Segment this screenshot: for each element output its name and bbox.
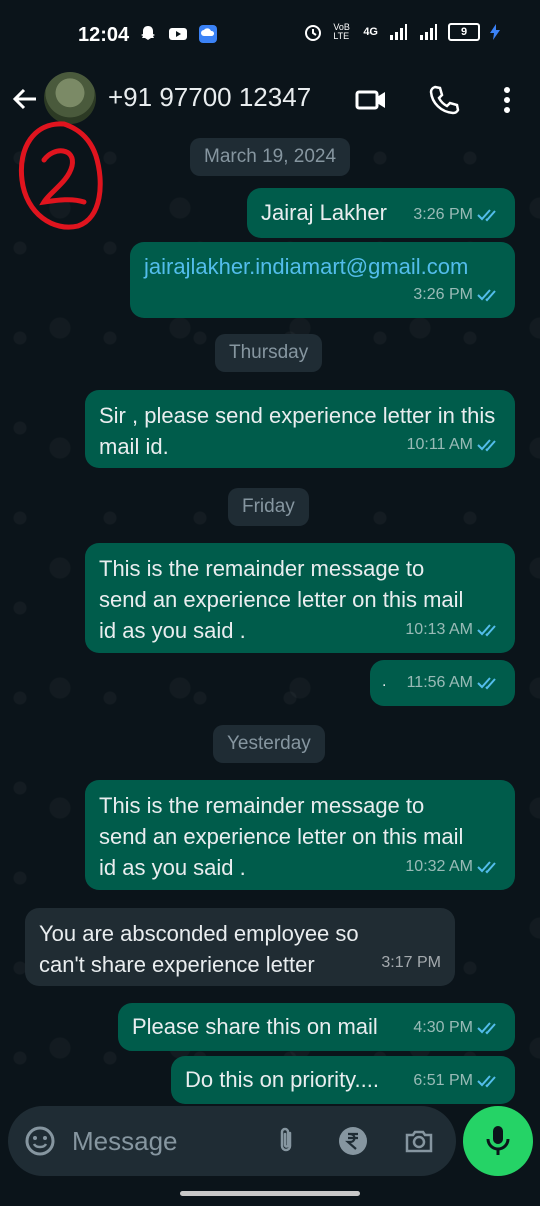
- volte-label: VoB LTE: [333, 22, 350, 41]
- message-time: 10:13 AM: [405, 621, 473, 638]
- read-ticks-icon: [477, 623, 496, 636]
- message-meta: 3:17 PM: [381, 947, 441, 978]
- message-bubble-outgoing[interactable]: jairajlakher.indiamart@gmail.com 3:26 PM: [130, 242, 515, 318]
- youtube-icon: [169, 28, 187, 40]
- date-chip: Thursday: [215, 334, 323, 372]
- message-time: 3:26 PM: [413, 206, 473, 223]
- video-call-icon[interactable]: [355, 84, 387, 116]
- charging-icon: [490, 24, 500, 40]
- attach-icon[interactable]: [270, 1125, 302, 1157]
- alarm-icon: [305, 25, 322, 41]
- message-meta: 11:56 AM: [407, 667, 501, 698]
- message-bubble-outgoing[interactable]: . 11:56 AM: [370, 660, 515, 706]
- read-ticks-icon: [477, 438, 496, 451]
- email-link[interactable]: jairajlakher.indiamart@gmail.com: [144, 254, 468, 279]
- read-ticks-icon: [477, 288, 496, 301]
- date-chip: Friday: [228, 488, 309, 526]
- message-text: Jairaj Lakher: [261, 200, 387, 225]
- message-time: 4:30 PM: [413, 1019, 473, 1036]
- battery-indicator: 9: [448, 23, 480, 41]
- message-input[interactable]: Message: [72, 1126, 178, 1157]
- message-time: 10:32 AM: [405, 858, 473, 875]
- message-meta: 10:13 AM: [405, 614, 501, 645]
- signal-icon: [390, 24, 407, 40]
- date-chip: Yesterday: [213, 725, 325, 763]
- message-bubble-outgoing[interactable]: Jairaj Lakher 3:26 PM: [247, 188, 515, 238]
- message-meta: 6:51 PM: [413, 1065, 501, 1096]
- contact-name[interactable]: +91 97700 12347: [108, 82, 311, 113]
- read-ticks-icon: [477, 676, 496, 689]
- read-ticks-icon: [477, 208, 496, 221]
- message-composer[interactable]: Message: [8, 1106, 456, 1176]
- message-bubble-outgoing[interactable]: Please share this on mail 4:30 PM: [118, 1003, 515, 1051]
- message-bubble-outgoing[interactable]: Sir , please send experience letter in t…: [85, 390, 515, 468]
- message-meta: 3:26 PM: [413, 199, 501, 230]
- back-arrow-icon[interactable]: [10, 84, 40, 114]
- message-list[interactable]: March 19, 2024 Jairaj Lakher 3:26 PM jai…: [0, 138, 540, 1108]
- cloud-upload-icon: [199, 25, 217, 43]
- snapchat-icon: [141, 26, 155, 40]
- rupee-payment-icon[interactable]: [337, 1125, 369, 1157]
- message-time: 3:17 PM: [381, 954, 441, 971]
- phone-icon[interactable]: [428, 84, 460, 116]
- message-bubble-incoming[interactable]: You are absconded employee so can't shar…: [25, 908, 455, 986]
- read-ticks-icon: [477, 1074, 496, 1087]
- avatar[interactable]: [44, 72, 96, 124]
- more-vert-icon[interactable]: [491, 84, 523, 116]
- message-meta: 10:11 AM: [407, 429, 501, 460]
- message-text: Do this on priority....: [185, 1067, 379, 1092]
- date-chip: March 19, 2024: [190, 138, 351, 176]
- message-meta: 4:30 PM: [413, 1012, 501, 1043]
- read-ticks-icon: [477, 860, 496, 873]
- message-time: 3:26 PM: [413, 286, 473, 303]
- signal-2-icon: [420, 24, 437, 40]
- home-indicator[interactable]: [180, 1191, 360, 1196]
- status-bar: 12:04 VoB LTE 4G 9: [0, 0, 540, 70]
- status-time: 12:04: [78, 24, 130, 46]
- message-bubble-outgoing[interactable]: Do this on priority.... 6:51 PM: [171, 1056, 515, 1104]
- message-text: .: [382, 673, 387, 690]
- message-meta: 10:32 AM: [405, 851, 501, 882]
- message-time: 11:56 AM: [406, 674, 473, 691]
- network-label: 4G: [363, 26, 378, 38]
- mic-button[interactable]: [463, 1106, 533, 1176]
- message-text: Please share this on mail: [132, 1014, 378, 1039]
- message-bubble-outgoing[interactable]: This is the remainder message to send an…: [85, 780, 515, 890]
- read-ticks-icon: [477, 1021, 496, 1034]
- message-time: 10:11 AM: [406, 436, 473, 453]
- message-meta: 3:26 PM: [413, 279, 501, 310]
- message-text: You are absconded employee so can't shar…: [39, 921, 359, 977]
- microphone-icon: [486, 1126, 510, 1155]
- emoji-icon[interactable]: [24, 1125, 56, 1157]
- message-time: 6:51 PM: [413, 1072, 473, 1089]
- camera-icon[interactable]: [403, 1125, 435, 1157]
- message-bubble-outgoing[interactable]: This is the remainder message to send an…: [85, 543, 515, 653]
